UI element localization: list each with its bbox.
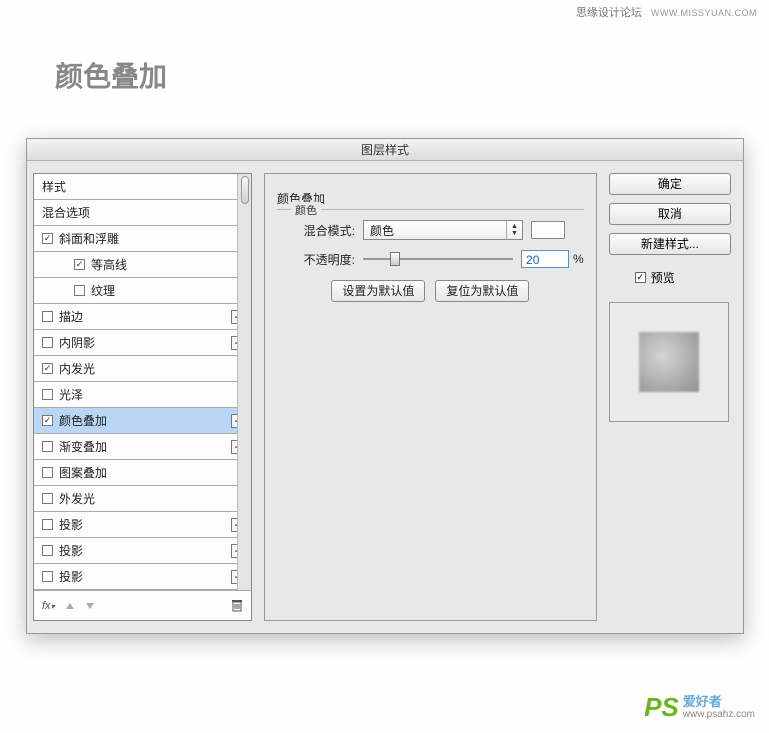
style-label: 投影 — [59, 516, 83, 533]
new-style-button[interactable]: 新建样式... — [609, 233, 731, 255]
style-row[interactable]: 混合选项 — [34, 200, 251, 226]
opacity-slider[interactable] — [363, 252, 513, 266]
style-checkbox[interactable] — [42, 233, 53, 244]
settings-panel: 颜色叠加 颜色 混合模式: 颜色 ▲▼ 不透明度: — [264, 173, 597, 621]
color-overlay-group: 颜色叠加 颜色 混合模式: 颜色 ▲▼ 不透明度: — [277, 190, 584, 302]
arrow-down-icon[interactable] — [85, 601, 95, 611]
style-checkbox[interactable] — [42, 311, 53, 322]
trash-icon[interactable] — [231, 599, 243, 612]
style-label: 内发光 — [59, 360, 95, 377]
style-label: 斜面和浮雕 — [59, 230, 119, 247]
subsection-title: 颜色 — [291, 202, 321, 218]
section-title: 颜色叠加 — [277, 190, 584, 207]
preview-checkbox-row[interactable]: 预览 — [609, 269, 731, 286]
slider-thumb[interactable] — [390, 252, 400, 266]
style-row[interactable]: 外发光 — [34, 486, 251, 512]
style-row[interactable]: 图案叠加 — [34, 460, 251, 486]
style-label: 外发光 — [59, 490, 95, 507]
scrollbar[interactable] — [237, 174, 251, 590]
style-checkbox[interactable] — [42, 519, 53, 530]
style-row[interactable]: 斜面和浮雕 — [34, 226, 251, 252]
style-checkbox[interactable] — [42, 493, 53, 504]
watermark-site: 思缘设计论坛 — [576, 7, 642, 19]
watermark-bottom: PS 爱好者 www.psahz.com — [644, 692, 755, 723]
layer-style-dialog: 图层样式 样式混合选项斜面和浮雕等高线纹理描边+内阴影+内发光光泽颜色叠加+渐变… — [26, 138, 744, 634]
preview-thumbnail — [609, 302, 729, 422]
default-buttons-row: 设置为默认值 复位为默认值 — [277, 280, 584, 302]
style-label: 纹理 — [91, 282, 115, 299]
dialog-titlebar: 图层样式 — [27, 139, 743, 161]
style-row[interactable]: 光泽 — [34, 382, 251, 408]
style-checkbox[interactable] — [42, 571, 53, 582]
styles-footer: fx▾ — [34, 590, 251, 620]
color-swatch[interactable] — [531, 221, 565, 239]
style-label: 投影 — [59, 568, 83, 585]
slider-track — [363, 258, 513, 260]
blend-mode-value: 颜色 — [370, 222, 394, 239]
set-default-button[interactable]: 设置为默认值 — [331, 280, 425, 302]
style-row[interactable]: 投影+ — [34, 512, 251, 538]
scroll-thumb[interactable] — [241, 176, 249, 204]
cancel-button[interactable]: 取消 — [609, 203, 731, 225]
style-label: 渐变叠加 — [59, 438, 107, 455]
watermark-url: WWW.MISSYUAN.COM — [651, 8, 757, 18]
opacity-suffix: % — [573, 252, 584, 266]
preview-swatch — [639, 332, 699, 392]
watermark-top: 思缘设计论坛 WWW.MISSYUAN.COM — [576, 4, 757, 20]
style-row[interactable]: 纹理 — [34, 278, 251, 304]
style-label: 混合选项 — [42, 204, 90, 221]
style-label: 投影 — [59, 542, 83, 559]
color-subgroup: 颜色 混合模式: 颜色 ▲▼ 不透明度: — [277, 209, 584, 302]
ps-logo: PS — [644, 692, 679, 723]
action-panel: 确定 取消 新建样式... 预览 — [609, 173, 731, 621]
style-row[interactable]: 投影+ — [34, 564, 251, 590]
fx-icon[interactable]: fx▾ — [42, 600, 55, 612]
styles-list: 样式混合选项斜面和浮雕等高线纹理描边+内阴影+ 内发光光泽颜色叠加+渐变叠加+ 图案… — [34, 174, 251, 590]
style-checkbox[interactable] — [42, 441, 53, 452]
style-checkbox[interactable] — [42, 415, 53, 426]
style-label: 图案叠加 — [59, 464, 107, 481]
ps-cn: 爱好者 — [683, 695, 755, 709]
style-label: 等高线 — [91, 256, 127, 273]
blend-mode-label: 混合模式: — [277, 222, 355, 239]
ps-url: www.psahz.com — [683, 709, 755, 720]
style-label: 颜色叠加 — [59, 412, 107, 429]
opacity-label: 不透明度: — [277, 251, 355, 268]
opacity-row: 不透明度: 20 % — [277, 250, 584, 268]
style-checkbox[interactable] — [42, 389, 53, 400]
style-label: 样式 — [42, 178, 66, 195]
style-checkbox[interactable] — [42, 337, 53, 348]
style-checkbox[interactable] — [42, 545, 53, 556]
page-title: 颜色叠加 — [55, 55, 167, 95]
style-label: 光泽 — [59, 386, 83, 403]
style-row[interactable]: 等高线 — [34, 252, 251, 278]
style-checkbox[interactable] — [74, 285, 85, 296]
style-row[interactable]: 描边+ — [34, 304, 251, 330]
style-row[interactable]: 投影+ — [34, 538, 251, 564]
style-checkbox[interactable] — [74, 259, 85, 270]
ok-button[interactable]: 确定 — [609, 173, 731, 195]
style-row[interactable]: 内发光 — [34, 356, 251, 382]
blend-mode-row: 混合模式: 颜色 ▲▼ — [277, 220, 584, 240]
ps-text: 爱好者 www.psahz.com — [683, 695, 755, 720]
style-label: 描边 — [59, 308, 83, 325]
style-label: 内阴影 — [59, 334, 95, 351]
preview-label: 预览 — [651, 269, 675, 286]
reset-default-button[interactable]: 复位为默认值 — [435, 280, 529, 302]
style-row[interactable]: 样式 — [34, 174, 251, 200]
dialog-body: 样式混合选项斜面和浮雕等高线纹理描边+内阴影+ 内发光光泽颜色叠加+渐变叠加+ 图案… — [27, 161, 743, 633]
style-row[interactable]: 渐变叠加+ — [34, 434, 251, 460]
style-row[interactable]: 内阴影+ — [34, 330, 251, 356]
style-checkbox[interactable] — [42, 363, 53, 374]
preview-checkbox[interactable] — [635, 272, 646, 283]
style-row[interactable]: 颜色叠加+ — [34, 408, 251, 434]
styles-panel: 样式混合选项斜面和浮雕等高线纹理描边+内阴影+ 内发光光泽颜色叠加+渐变叠加+ 图案… — [33, 173, 252, 621]
opacity-input[interactable]: 20 — [521, 250, 569, 268]
blend-mode-select[interactable]: 颜色 ▲▼ — [363, 220, 523, 240]
select-arrows-icon: ▲▼ — [506, 221, 522, 239]
style-checkbox[interactable] — [42, 467, 53, 478]
arrow-up-icon[interactable] — [65, 601, 75, 611]
